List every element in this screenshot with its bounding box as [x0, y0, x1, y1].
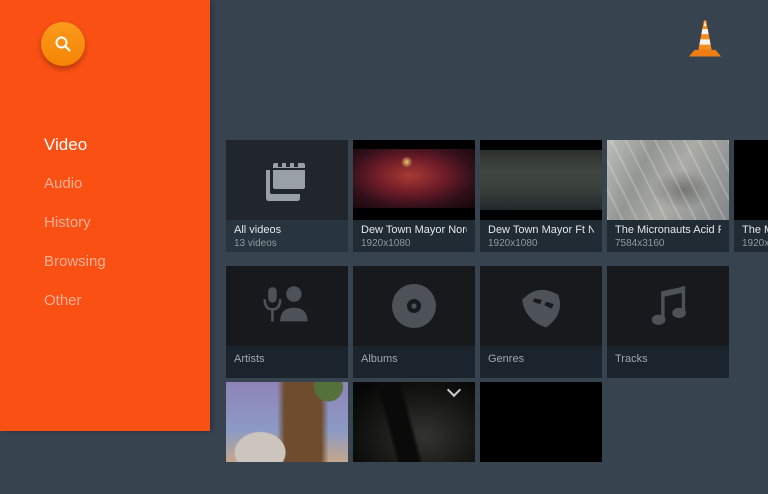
tile-caption: Genres	[480, 346, 602, 378]
sidebar: Video Audio History Browsing Other	[0, 0, 210, 431]
tile-caption: Tracks	[607, 346, 729, 378]
tile-caption: The Micronauts Acid Party [0.. 7584x3160	[607, 220, 729, 252]
tile-genres[interactable]: Genres	[480, 266, 602, 378]
artist-icon	[226, 266, 348, 346]
tile-subtitle: 1920x1080	[361, 238, 467, 250]
tile-video-1[interactable]: Dew Town Mayor Nord Strea.. 1920x1080	[353, 140, 475, 252]
video-thumbnail	[353, 382, 475, 462]
video-collection-icon	[226, 140, 348, 220]
tile-caption: Albums	[353, 346, 475, 378]
tile-title: The Micronauts Acid Party [0..	[615, 224, 721, 237]
tile-video-4[interactable]: The M 1920x1	[734, 140, 768, 252]
video-thumbnail	[480, 382, 602, 462]
tile-video-dark[interactable]	[353, 382, 475, 494]
tile-title: Albums	[361, 353, 467, 366]
tile-title: All videos	[234, 224, 340, 237]
tile-all-videos[interactable]: All videos 13 videos	[226, 140, 348, 252]
sidebar-menu: Video Audio History Browsing Other	[0, 125, 210, 320]
vlc-cone-icon	[686, 15, 724, 60]
tile-subtitle: 13 videos	[234, 238, 340, 250]
tile-title: Tracks	[615, 353, 721, 366]
sidebar-item-browsing[interactable]: Browsing	[0, 242, 210, 281]
tile-title: Dew Town Mayor Ft Noël Ras..	[488, 224, 594, 237]
tile-artists[interactable]: Artists	[226, 266, 348, 378]
album-icon	[353, 266, 475, 346]
tile-video-black[interactable]	[480, 382, 602, 494]
video-thumbnail	[226, 382, 348, 462]
tile-title: The M	[742, 224, 768, 237]
video-thumbnail	[353, 140, 475, 220]
video-thumbnail	[607, 140, 729, 220]
tile-subtitle: 7584x3160	[615, 238, 721, 250]
tile-caption: Artists	[226, 346, 348, 378]
tile-subtitle: 1920x1080	[488, 238, 594, 250]
video-thumbnail	[734, 140, 768, 220]
tile-albums[interactable]: Albums	[353, 266, 475, 378]
tile-caption: Dew Town Mayor Nord Strea.. 1920x1080	[353, 220, 475, 252]
tile-caption: The M 1920x1	[734, 220, 768, 252]
tile-caption: Dew Town Mayor Ft Noël Ras.. 1920x1080	[480, 220, 602, 252]
tile-tracks[interactable]: Tracks	[607, 266, 729, 378]
tile-subtitle: 1920x1	[742, 238, 768, 250]
tile-title: Artists	[234, 353, 340, 366]
tile-title: Genres	[488, 353, 594, 366]
track-icon	[607, 266, 729, 346]
tile-video-3[interactable]: The Micronauts Acid Party [0.. 7584x3160	[607, 140, 729, 252]
genre-icon	[480, 266, 602, 346]
tile-video-bunny[interactable]	[226, 382, 348, 494]
tile-video-2[interactable]: Dew Town Mayor Ft Noël Ras.. 1920x1080	[480, 140, 602, 252]
tile-caption: All videos 13 videos	[226, 220, 348, 252]
sidebar-item-other[interactable]: Other	[0, 281, 210, 320]
sidebar-item-history[interactable]: History	[0, 203, 210, 242]
search-icon	[52, 33, 74, 55]
search-button[interactable]	[41, 22, 85, 66]
sidebar-item-audio[interactable]: Audio	[0, 164, 210, 203]
tile-title: Dew Town Mayor Nord Strea..	[361, 224, 467, 237]
chevron-mark	[447, 383, 461, 397]
sidebar-item-video[interactable]: Video	[0, 125, 210, 164]
video-thumbnail	[480, 140, 602, 220]
